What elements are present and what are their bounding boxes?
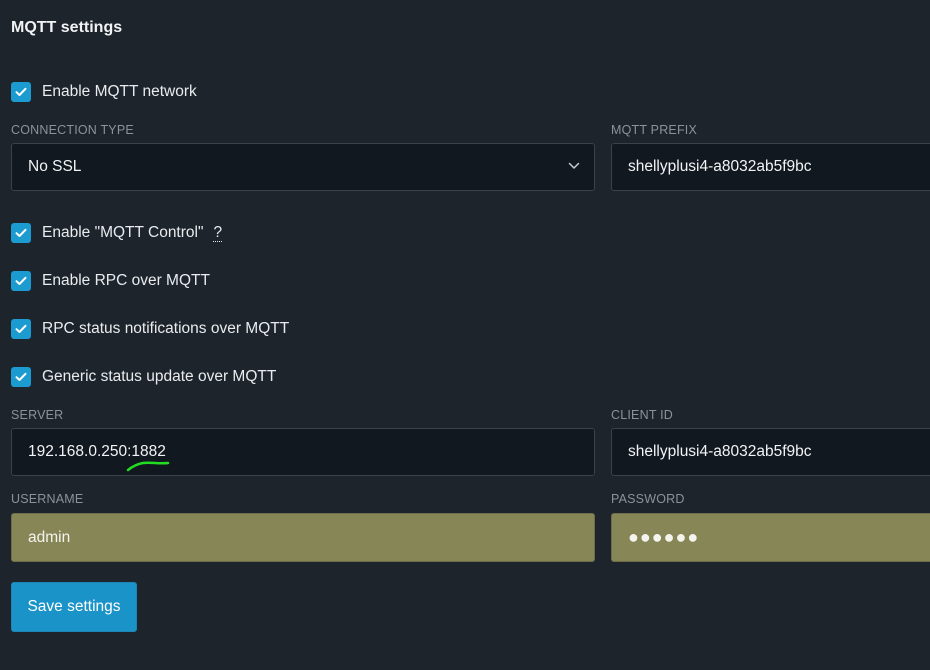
connection-type-value: No SSL [28,158,82,175]
mqtt-control-row[interactable]: Enable "MQTT Control" ? [11,223,223,243]
connection-type-label: CONNECTION TYPE [11,123,134,137]
mqtt-control-checkbox[interactable] [11,223,31,243]
green-underline-annotation [126,461,170,472]
enable-mqtt-label: Enable MQTT network [42,83,197,100]
server-input[interactable]: 192.168.0.250:1882 [11,428,595,476]
mqtt-control-help[interactable]: ? [213,224,223,242]
generic-status-label: Generic status update over MQTT [42,368,277,385]
enable-mqtt-checkbox[interactable] [11,82,31,102]
rpc-over-mqtt-label: Enable RPC over MQTT [42,272,210,289]
client-id-label: CLIENT ID [611,408,673,422]
server-label: SERVER [11,408,64,422]
password-input[interactable]: ●●●●●● [611,513,930,562]
check-icon [15,324,27,333]
chevron-down-icon [568,162,580,169]
rpc-over-mqtt-row[interactable]: Enable RPC over MQTT [11,271,210,291]
username-value: admin [28,528,71,546]
mqtt-control-label: Enable "MQTT Control" [42,224,204,241]
mqtt-prefix-value: shellyplusi4-a8032ab5f9bc [628,158,812,175]
page-title: MQTT settings [11,19,123,36]
rpc-status-checkbox[interactable] [11,319,31,339]
generic-status-checkbox[interactable] [11,367,31,387]
generic-status-row[interactable]: Generic status update over MQTT [11,367,276,387]
rpc-status-label: RPC status notifications over MQTT [42,320,290,337]
rpc-status-row[interactable]: RPC status notifications over MQTT [11,319,289,339]
mqtt-prefix-label: MQTT PREFIX [611,123,698,137]
connection-type-select[interactable]: No SSL [11,143,595,191]
save-settings-button[interactable]: Save settings [11,582,137,632]
mqtt-settings-page: MQTT settings Enable MQTT network CONNEC… [0,0,930,670]
password-value: ●●●●●● [628,527,700,547]
check-icon [15,228,27,237]
client-id-input[interactable]: shellyplusi4-a8032ab5f9bc [611,428,930,476]
username-label: USERNAME [11,492,84,506]
rpc-over-mqtt-checkbox[interactable] [11,271,31,291]
client-id-value: shellyplusi4-a8032ab5f9bc [628,443,812,460]
username-input[interactable]: admin [11,513,595,562]
enable-mqtt-row[interactable]: Enable MQTT network [11,82,197,102]
password-label: PASSWORD [611,492,685,506]
mqtt-prefix-input[interactable]: shellyplusi4-a8032ab5f9bc [611,143,930,191]
check-icon [15,372,27,381]
check-icon [15,276,27,285]
check-icon [15,87,27,96]
